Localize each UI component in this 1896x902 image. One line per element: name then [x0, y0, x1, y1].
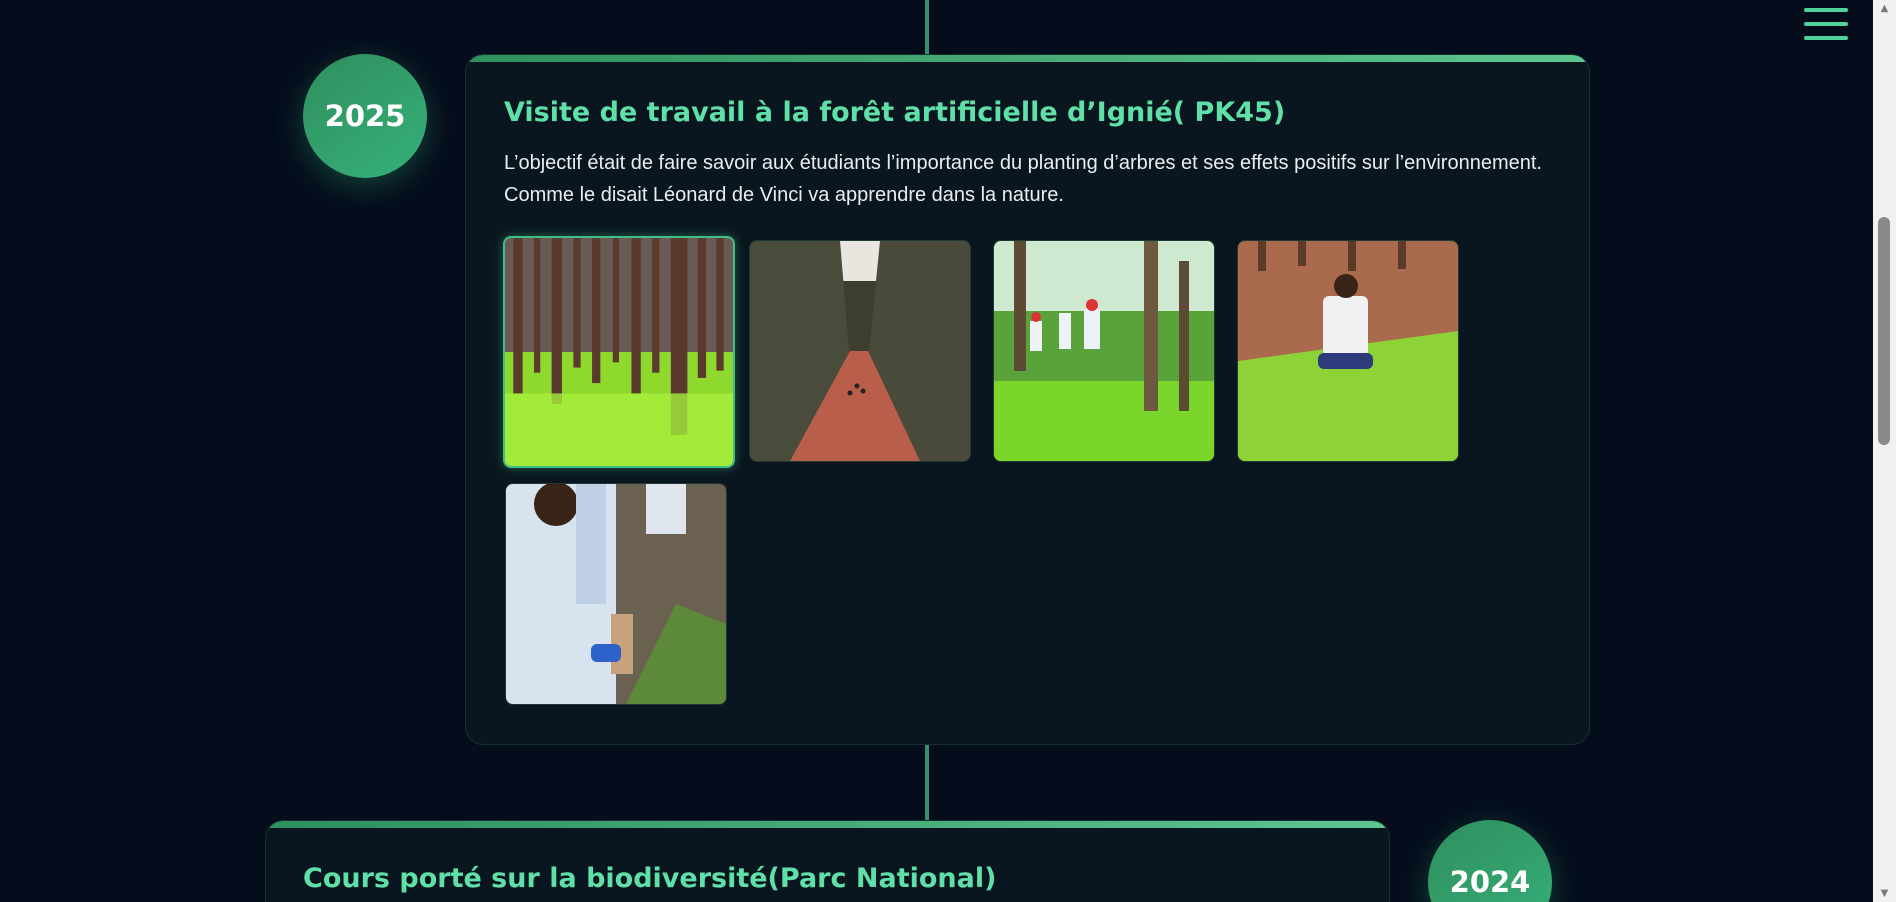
description-line-1: L’objectif était de faire savoir aux étu…: [504, 152, 1542, 174]
photo-pine-forest-grass[interactable]: [503, 236, 735, 468]
vertical-scrollbar[interactable]: ▲ ▼: [1873, 0, 1896, 902]
card-description: L’objectif était de faire savoir aux étu…: [504, 147, 1544, 211]
card-title: Cours porté sur la biodiversité(Parc Nat…: [303, 863, 997, 894]
scrollbar-thumb[interactable]: [1878, 217, 1890, 445]
timeline-page: 2025 Visite de travail à la forêt artifi…: [0, 0, 1896, 902]
hamburger-menu-icon[interactable]: [1804, 6, 1848, 42]
timeline-card-2025: Visite de travail à la forêt artificiell…: [465, 54, 1590, 745]
scroll-down-arrow-icon[interactable]: ▼: [1873, 885, 1896, 902]
photo-red-dirt-road-forest[interactable]: [749, 240, 971, 462]
card-accent-bar: [266, 821, 1389, 828]
year-badge-2025: 2025: [303, 54, 427, 178]
scroll-up-arrow-icon[interactable]: ▲: [1873, 0, 1896, 17]
photo-students-in-forest[interactable]: [993, 240, 1215, 462]
year-badge-2024: 2024: [1428, 820, 1552, 902]
photo-student-crouching-grass[interactable]: [1237, 240, 1459, 462]
card-title: Visite de travail à la forêt artificiell…: [504, 97, 1286, 128]
description-line-2: Comme le disait Léonard de Vinci va appr…: [504, 184, 1064, 206]
photo-student-holding-plant[interactable]: [505, 483, 727, 705]
timeline-card-2024: Cours porté sur la biodiversité(Parc Nat…: [265, 820, 1390, 902]
card-accent-bar: [466, 55, 1589, 62]
